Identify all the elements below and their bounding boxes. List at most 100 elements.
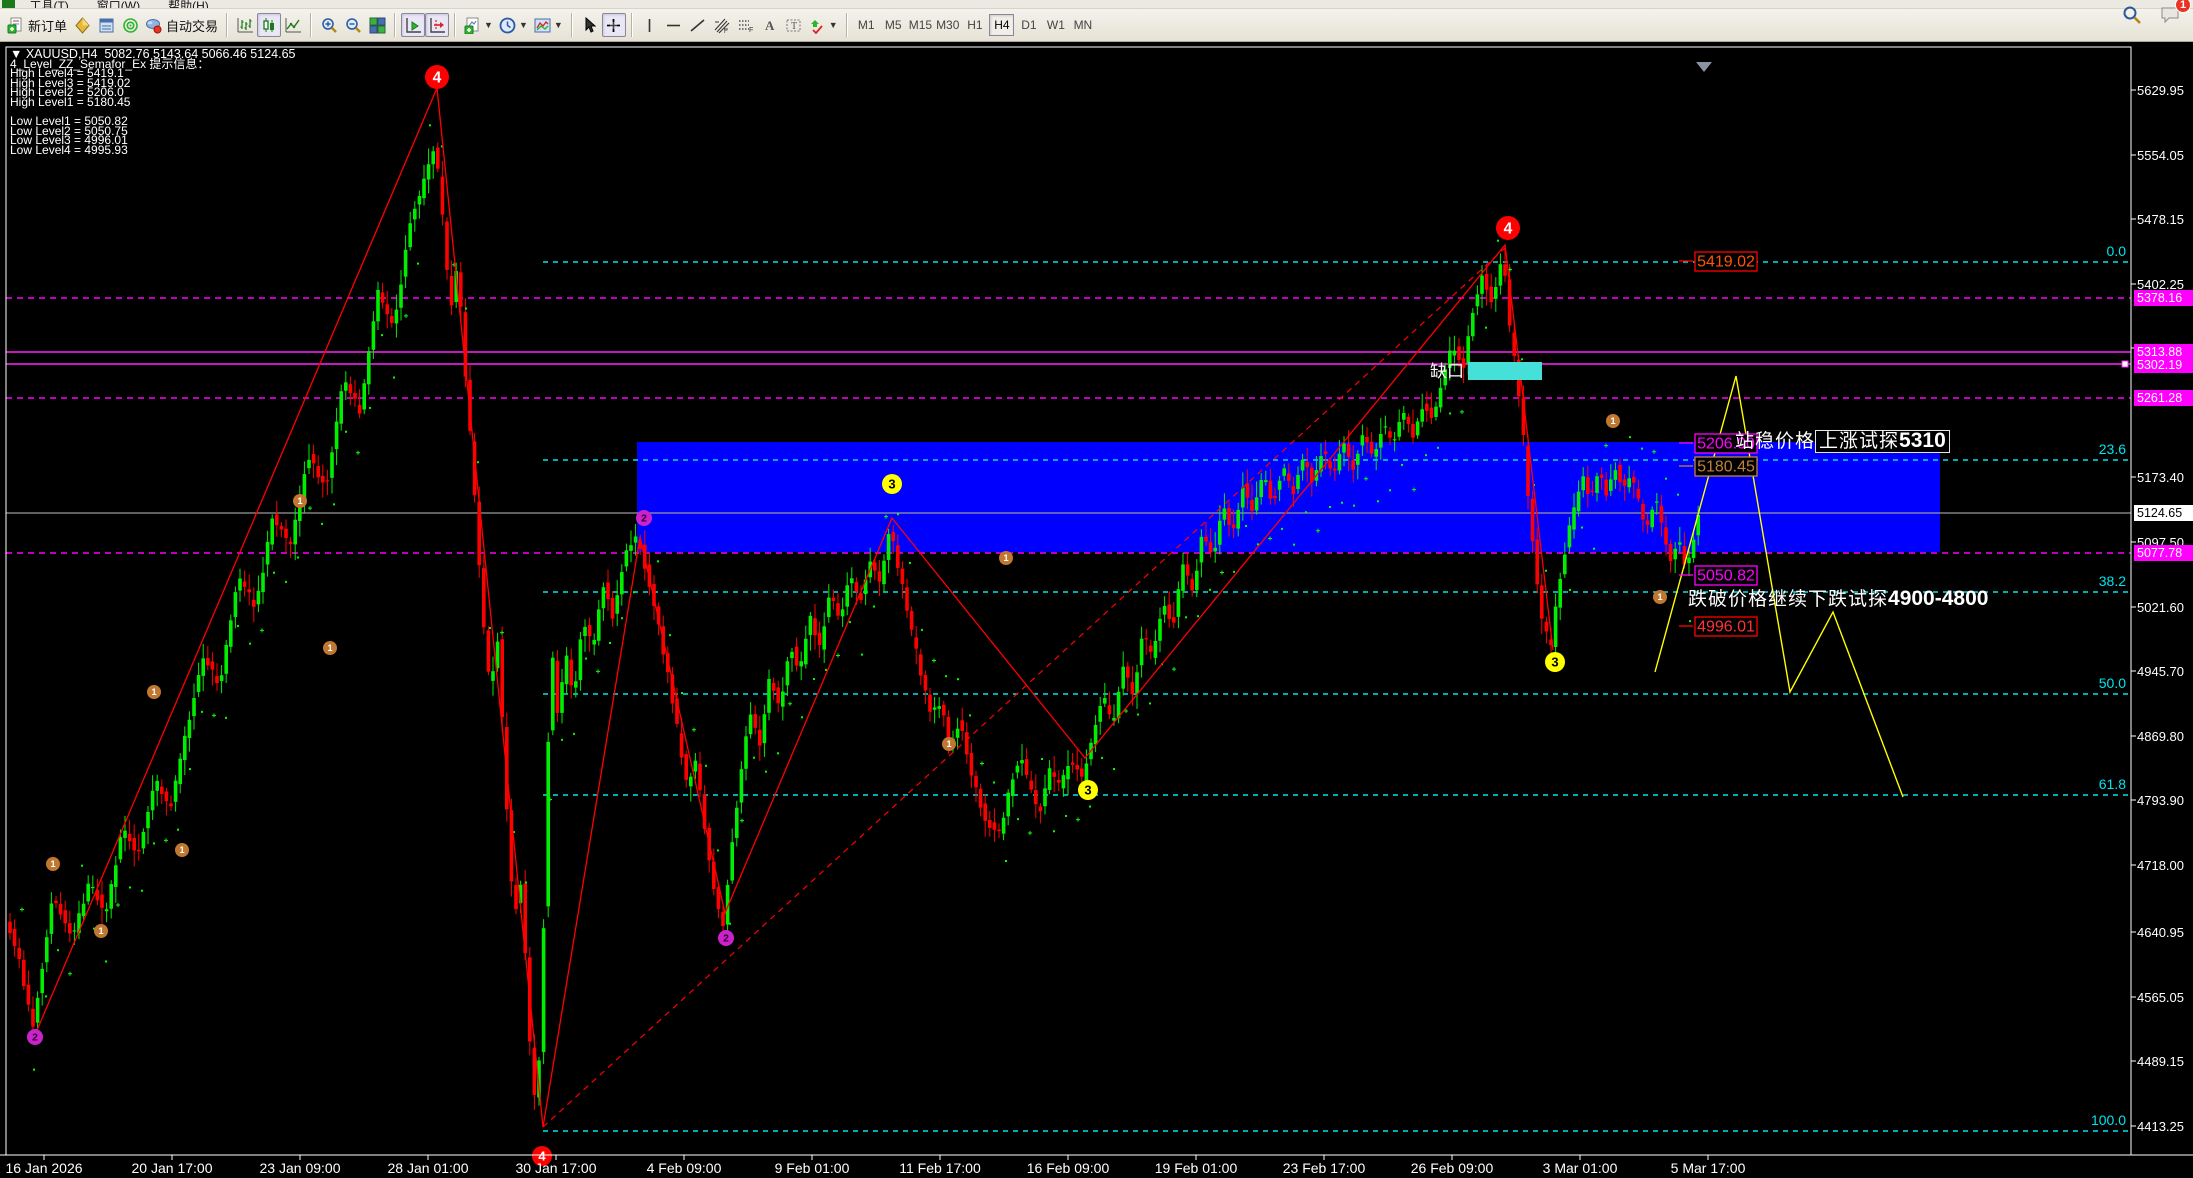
semafor-marker-1[interactable]: 1 [999, 551, 1013, 565]
time-axis-label[interactable]: 3 Mar 01:00 [1543, 1160, 1618, 1176]
new-chart-button[interactable]: ▼ [461, 13, 496, 37]
new-order-button[interactable]: 新订单 [4, 13, 70, 37]
time-axis-label[interactable]: 9 Feb 01:00 [775, 1160, 850, 1176]
timeframe-m5[interactable]: M5 [881, 14, 906, 36]
chevron-down-icon[interactable]: ▼ [484, 20, 493, 30]
semafor-marker-2[interactable]: 2 [718, 930, 734, 946]
candle-chart-button[interactable] [257, 13, 281, 37]
trendline-button[interactable] [686, 13, 710, 37]
candle-body [344, 382, 348, 390]
timeframe-m30[interactable]: M30 [935, 14, 960, 36]
timeframe-h1[interactable]: H1 [962, 14, 987, 36]
label-icon: T [785, 17, 802, 34]
search-button[interactable] [2119, 3, 2145, 27]
time-axis-label[interactable]: 26 Feb 09:00 [1411, 1160, 1494, 1176]
time-axis-label[interactable]: 16 Jan 2026 [5, 1160, 82, 1176]
time-axis-label[interactable]: 5 Mar 17:00 [1671, 1160, 1746, 1176]
candle-body [914, 637, 918, 648]
time-axis-label[interactable]: 11 Feb 17:00 [899, 1160, 980, 1176]
period-button[interactable]: ▼ [496, 13, 531, 37]
price-tag[interactable]: 5378.16 [2134, 290, 2193, 306]
time-axis-label[interactable]: 20 Jan 17:00 [132, 1160, 213, 1176]
notifications-button[interactable]: 1 [2157, 3, 2185, 27]
price-tag[interactable]: 5302.19 [2134, 357, 2193, 373]
button-label: 新订单 [28, 16, 67, 35]
dot [1629, 436, 1631, 438]
time-axis-label[interactable]: 30 Jan 17:00 [516, 1160, 597, 1176]
time-axis-label[interactable]: 16 Feb 09:00 [1027, 1160, 1110, 1176]
line-handle[interactable] [2122, 361, 2128, 367]
semafor-marker-2[interactable]: 2 [636, 510, 652, 526]
semafor-marker-2[interactable]: 2 [27, 1029, 43, 1045]
market-watch-button[interactable] [70, 13, 94, 37]
chevron-down-icon[interactable]: ▼ [829, 20, 838, 30]
navigator-button[interactable] [118, 13, 142, 37]
menu-item-0[interactable]: 工具(T) [29, 0, 68, 9]
timeframe-h4[interactable]: H4 [989, 14, 1014, 36]
timeframe-d1[interactable]: D1 [1016, 14, 1041, 36]
semafor-marker-1[interactable]: 1 [323, 641, 337, 655]
zoom-in-button[interactable] [317, 13, 341, 37]
timeframe-m1[interactable]: M1 [854, 14, 879, 36]
tile-windows-button[interactable] [365, 13, 389, 37]
dot [1149, 702, 1151, 704]
candle-body [1416, 421, 1420, 435]
template-button[interactable]: ▼ [531, 13, 566, 37]
semafor-marker-1[interactable]: 1 [175, 843, 189, 857]
crosshair-button[interactable] [602, 13, 626, 37]
candle-body [427, 164, 431, 179]
text-button[interactable]: A [758, 13, 782, 37]
semafor-marker-3[interactable]: 3 [1078, 780, 1098, 800]
timeframe-mn[interactable]: MN [1070, 14, 1095, 36]
bar-chart-button[interactable] [233, 13, 257, 37]
candle-body [625, 550, 629, 566]
candle-body [1678, 542, 1682, 544]
semafor-marker-1[interactable]: 1 [147, 685, 161, 699]
gap-highlight-box[interactable] [1468, 362, 1542, 380]
candle-body [887, 534, 891, 560]
semafor-marker-1[interactable]: 1 [1606, 414, 1620, 428]
semafor-marker-3[interactable]: 3 [1545, 652, 1565, 672]
menu-item-1[interactable]: 窗口(W) [97, 0, 140, 9]
chart-shift-button[interactable] [425, 13, 449, 37]
cursor-button[interactable] [578, 13, 602, 37]
timeframe-m15[interactable]: M15 [908, 14, 933, 36]
hline-button[interactable] [662, 13, 686, 37]
semafor-marker-1[interactable]: 1 [293, 494, 307, 508]
semafor-marker-1[interactable]: 1 [46, 857, 60, 871]
chevron-down-icon[interactable]: ▼ [519, 20, 528, 30]
channel-button[interactable]: F [734, 13, 758, 37]
annotation-text: 跌破价格继续下跌试探 [1688, 589, 1888, 610]
menu-item-2[interactable]: 帮助(H) [168, 0, 209, 9]
time-axis-label[interactable]: 28 Jan 01:00 [388, 1160, 469, 1176]
fibo-button[interactable]: F [710, 13, 734, 37]
price-tag[interactable]: 5124.65 [2134, 505, 2193, 521]
zoom-out-button[interactable] [341, 13, 365, 37]
chart-window[interactable]: 缺口44433322211111111115419.025206.005180.… [0, 42, 2193, 1178]
timeframe-w1[interactable]: W1 [1043, 14, 1068, 36]
candle-body [1190, 579, 1194, 590]
data-window-button[interactable] [94, 13, 118, 37]
price-tag[interactable]: 5261.28 [2134, 390, 2193, 406]
price-tag[interactable]: 5077.78 [2134, 545, 2193, 561]
semafor-marker-1[interactable]: 1 [94, 924, 108, 938]
chevron-down-icon[interactable]: ▼ [554, 20, 563, 30]
semafor-marker-1[interactable]: 1 [942, 737, 956, 751]
info-line: High Level1 = 5180.45 [10, 98, 296, 108]
semafor-marker-1[interactable]: 1 [1653, 590, 1667, 604]
semafor-marker-4[interactable]: 4 [1496, 216, 1520, 240]
time-axis-label[interactable]: 23 Feb 17:00 [1283, 1160, 1366, 1176]
dot [921, 629, 923, 631]
time-axis-label[interactable]: 23 Jan 09:00 [260, 1160, 341, 1176]
line-chart-button[interactable] [281, 13, 305, 37]
semafor-marker-3[interactable]: 3 [882, 474, 902, 494]
label-button[interactable]: T [782, 13, 806, 37]
vline-button[interactable] [638, 13, 662, 37]
arrows-button[interactable]: ▼ [806, 13, 841, 37]
auto-scroll-button[interactable] [401, 13, 425, 37]
semafor-marker-4[interactable]: 4 [425, 65, 449, 89]
time-axis-label[interactable]: 19 Feb 01:00 [1155, 1160, 1238, 1176]
candle-body [105, 909, 109, 911]
autotrading-button[interactable]: 自动交易 [142, 13, 221, 37]
time-axis-label[interactable]: 4 Feb 09:00 [647, 1160, 722, 1176]
